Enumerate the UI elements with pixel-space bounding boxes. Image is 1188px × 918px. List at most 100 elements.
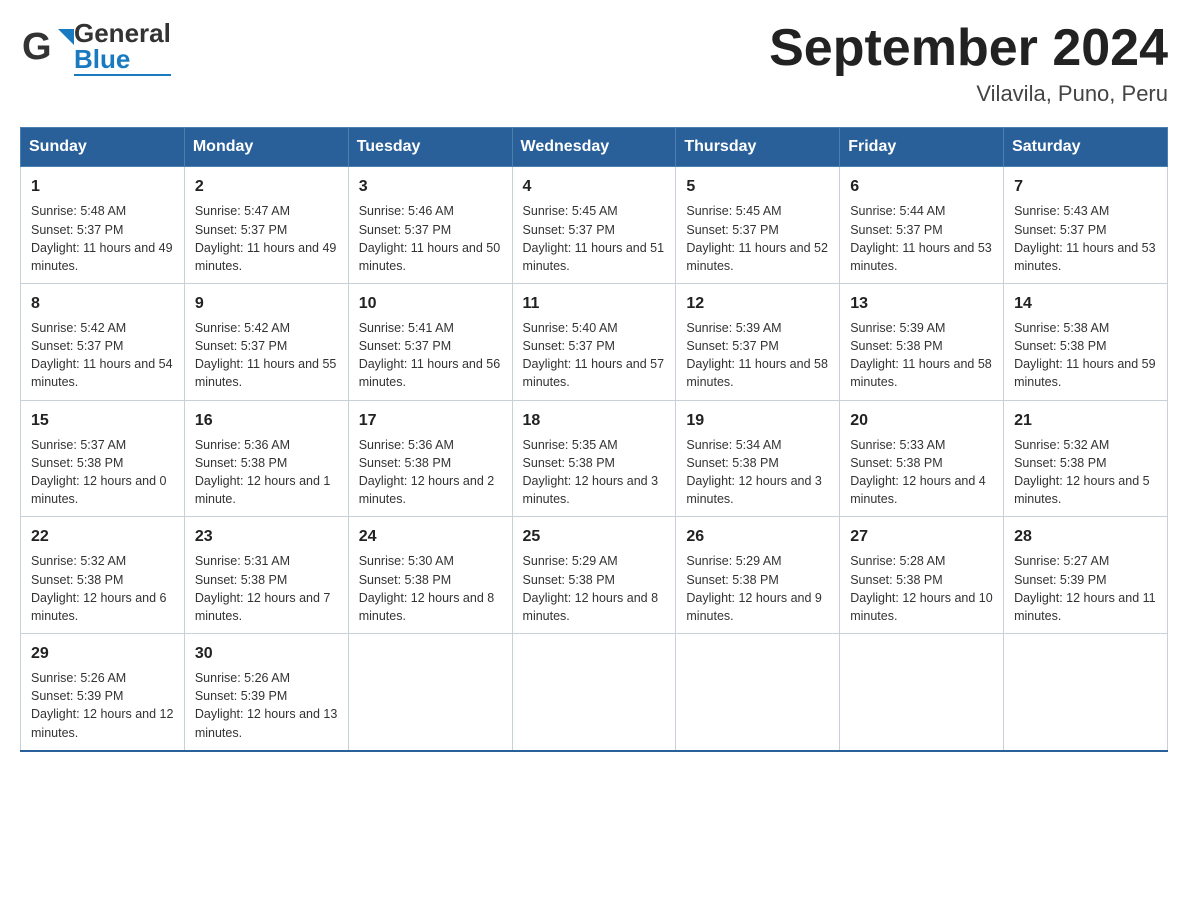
table-row: 21Sunrise: 5:32 AM Sunset: 5:38 PM Dayli… [1004, 400, 1168, 517]
main-title: September 2024 [769, 20, 1168, 77]
day-number: 4 [523, 175, 666, 198]
table-row: 16 Sunrise: 5:36 AM Sunset: 5:38 PM Dayli… [184, 400, 348, 517]
day-info: Sunrise: 5:43 AM Sunset: 5:37 PM Dayligh… [1014, 202, 1157, 275]
week-row-4: 22 Sunrise: 5:32 AM Sunset: 5:38 PM Dayli… [21, 517, 1168, 634]
day-number: 20 [850, 409, 993, 432]
day-info: Sunrise: 5:41 AM Sunset: 5:37 PM Dayligh… [359, 319, 502, 392]
day-info: Sunrise: 5:38 AM Sunset: 5:38 PM Dayligh… [1014, 319, 1157, 392]
table-row: 6Sunrise: 5:44 AM Sunset: 5:37 PM Daylig… [840, 167, 1004, 284]
table-row: 27Sunrise: 5:28 AM Sunset: 5:38 PM Dayli… [840, 517, 1004, 634]
day-info: Sunrise: 5:34 AM Sunset: 5:38 PM Dayligh… [686, 436, 829, 509]
table-row: 17 Sunrise: 5:36 AM Sunset: 5:38 PM Dayli… [348, 400, 512, 517]
day-info: Sunrise: 5:45 AM Sunset: 5:37 PM Dayligh… [523, 202, 666, 275]
day-number: 12 [686, 292, 829, 315]
header-friday: Friday [840, 128, 1004, 167]
day-number: 16 [195, 409, 338, 432]
day-number: 22 [31, 525, 174, 548]
header-monday: Monday [184, 128, 348, 167]
week-row-5: 29Sunrise: 5:26 AM Sunset: 5:39 PM Dayli… [21, 633, 1168, 750]
header-saturday: Saturday [1004, 128, 1168, 167]
table-row: 5 Sunrise: 5:45 AM Sunset: 5:37 PM Daylig… [676, 167, 840, 284]
day-info: Sunrise: 5:36 AM Sunset: 5:38 PM Dayligh… [195, 436, 338, 509]
day-info: Sunrise: 5:29 AM Sunset: 5:38 PM Dayligh… [523, 552, 666, 625]
table-row: 11 Sunrise: 5:40 AM Sunset: 5:37 PM Dayli… [512, 283, 676, 400]
table-row: 30 Sunrise: 5:26 AM Sunset: 5:39 PM Dayli… [184, 633, 348, 750]
table-row: 14 Sunrise: 5:38 AM Sunset: 5:38 PM Dayli… [1004, 283, 1168, 400]
table-row: 1Sunrise: 5:48 AM Sunset: 5:37 PM Daylig… [21, 167, 185, 284]
table-row: 12Sunrise: 5:39 AM Sunset: 5:37 PM Dayli… [676, 283, 840, 400]
day-number: 6 [850, 175, 993, 198]
day-number: 28 [1014, 525, 1157, 548]
logo: G General Blue [20, 20, 171, 76]
day-info: Sunrise: 5:29 AM Sunset: 5:38 PM Dayligh… [686, 552, 829, 625]
table-row: 29Sunrise: 5:26 AM Sunset: 5:39 PM Dayli… [21, 633, 185, 750]
table-row: 25 Sunrise: 5:29 AM Sunset: 5:38 PM Dayli… [512, 517, 676, 634]
day-number: 10 [359, 292, 502, 315]
title-block: September 2024 Vilavila, Puno, Peru [769, 20, 1168, 107]
day-number: 21 [1014, 409, 1157, 432]
day-number: 8 [31, 292, 174, 315]
day-number: 18 [523, 409, 666, 432]
weekday-header-row: Sunday Monday Tuesday Wednesday Thursday… [21, 128, 1168, 167]
day-info: Sunrise: 5:36 AM Sunset: 5:38 PM Dayligh… [359, 436, 502, 509]
day-number: 25 [523, 525, 666, 548]
day-number: 7 [1014, 175, 1157, 198]
day-info: Sunrise: 5:46 AM Sunset: 5:37 PM Dayligh… [359, 202, 502, 275]
table-row: 13 Sunrise: 5:39 AM Sunset: 5:38 PM Dayli… [840, 283, 1004, 400]
day-info: Sunrise: 5:32 AM Sunset: 5:38 PM Dayligh… [31, 552, 174, 625]
logo-icon: G [20, 21, 74, 75]
day-info: Sunrise: 5:35 AM Sunset: 5:38 PM Dayligh… [523, 436, 666, 509]
day-number: 30 [195, 642, 338, 665]
table-row: 10 Sunrise: 5:41 AM Sunset: 5:37 PM Dayli… [348, 283, 512, 400]
day-info: Sunrise: 5:47 AM Sunset: 5:37 PM Dayligh… [195, 202, 338, 275]
header-wednesday: Wednesday [512, 128, 676, 167]
calendar-body: 1Sunrise: 5:48 AM Sunset: 5:37 PM Daylig… [21, 167, 1168, 751]
day-info: Sunrise: 5:33 AM Sunset: 5:38 PM Dayligh… [850, 436, 993, 509]
calendar-header: Sunday Monday Tuesday Wednesday Thursday… [21, 128, 1168, 167]
table-row [1004, 633, 1168, 750]
day-info: Sunrise: 5:26 AM Sunset: 5:39 PM Dayligh… [195, 669, 338, 742]
week-row-1: 1Sunrise: 5:48 AM Sunset: 5:37 PM Daylig… [21, 167, 1168, 284]
day-number: 5 [686, 175, 829, 198]
day-number: 1 [31, 175, 174, 198]
day-info: Sunrise: 5:26 AM Sunset: 5:39 PM Dayligh… [31, 669, 174, 742]
table-row: 19 Sunrise: 5:34 AM Sunset: 5:38 PM Dayli… [676, 400, 840, 517]
day-number: 13 [850, 292, 993, 315]
day-number: 17 [359, 409, 502, 432]
table-row [512, 633, 676, 750]
subtitle: Vilavila, Puno, Peru [769, 81, 1168, 107]
day-info: Sunrise: 5:31 AM Sunset: 5:38 PM Dayligh… [195, 552, 338, 625]
table-row: 18 Sunrise: 5:35 AM Sunset: 5:38 PM Dayli… [512, 400, 676, 517]
table-row: 3 Sunrise: 5:46 AM Sunset: 5:37 PM Daylig… [348, 167, 512, 284]
week-row-3: 15 Sunrise: 5:37 AM Sunset: 5:38 PM Dayli… [21, 400, 1168, 517]
logo-name: General Blue [74, 20, 171, 76]
day-number: 24 [359, 525, 502, 548]
day-info: Sunrise: 5:27 AM Sunset: 5:39 PM Dayligh… [1014, 552, 1157, 625]
day-info: Sunrise: 5:42 AM Sunset: 5:37 PM Dayligh… [195, 319, 338, 392]
header-thursday: Thursday [676, 128, 840, 167]
day-number: 11 [523, 292, 666, 315]
table-row: 2 Sunrise: 5:47 AM Sunset: 5:37 PM Daylig… [184, 167, 348, 284]
day-number: 14 [1014, 292, 1157, 315]
table-row [676, 633, 840, 750]
day-number: 2 [195, 175, 338, 198]
day-info: Sunrise: 5:28 AM Sunset: 5:38 PM Dayligh… [850, 552, 993, 625]
table-row: 28 Sunrise: 5:27 AM Sunset: 5:39 PM Dayli… [1004, 517, 1168, 634]
header: G General Blue September 2024 Vilavila, … [20, 20, 1168, 107]
day-info: Sunrise: 5:42 AM Sunset: 5:37 PM Dayligh… [31, 319, 174, 392]
table-row: 20 Sunrise: 5:33 AM Sunset: 5:38 PM Dayli… [840, 400, 1004, 517]
day-number: 3 [359, 175, 502, 198]
day-info: Sunrise: 5:45 AM Sunset: 5:37 PM Dayligh… [686, 202, 829, 275]
page-container: G General Blue September 2024 Vilavila, … [20, 20, 1168, 752]
day-number: 19 [686, 409, 829, 432]
day-number: 9 [195, 292, 338, 315]
calendar-table: Sunday Monday Tuesday Wednesday Thursday… [20, 127, 1168, 751]
day-number: 23 [195, 525, 338, 548]
day-info: Sunrise: 5:40 AM Sunset: 5:37 PM Dayligh… [523, 319, 666, 392]
day-info: Sunrise: 5:30 AM Sunset: 5:38 PM Dayligh… [359, 552, 502, 625]
day-number: 15 [31, 409, 174, 432]
day-info: Sunrise: 5:39 AM Sunset: 5:38 PM Dayligh… [850, 319, 993, 392]
header-tuesday: Tuesday [348, 128, 512, 167]
table-row [840, 633, 1004, 750]
day-info: Sunrise: 5:37 AM Sunset: 5:38 PM Dayligh… [31, 436, 174, 509]
